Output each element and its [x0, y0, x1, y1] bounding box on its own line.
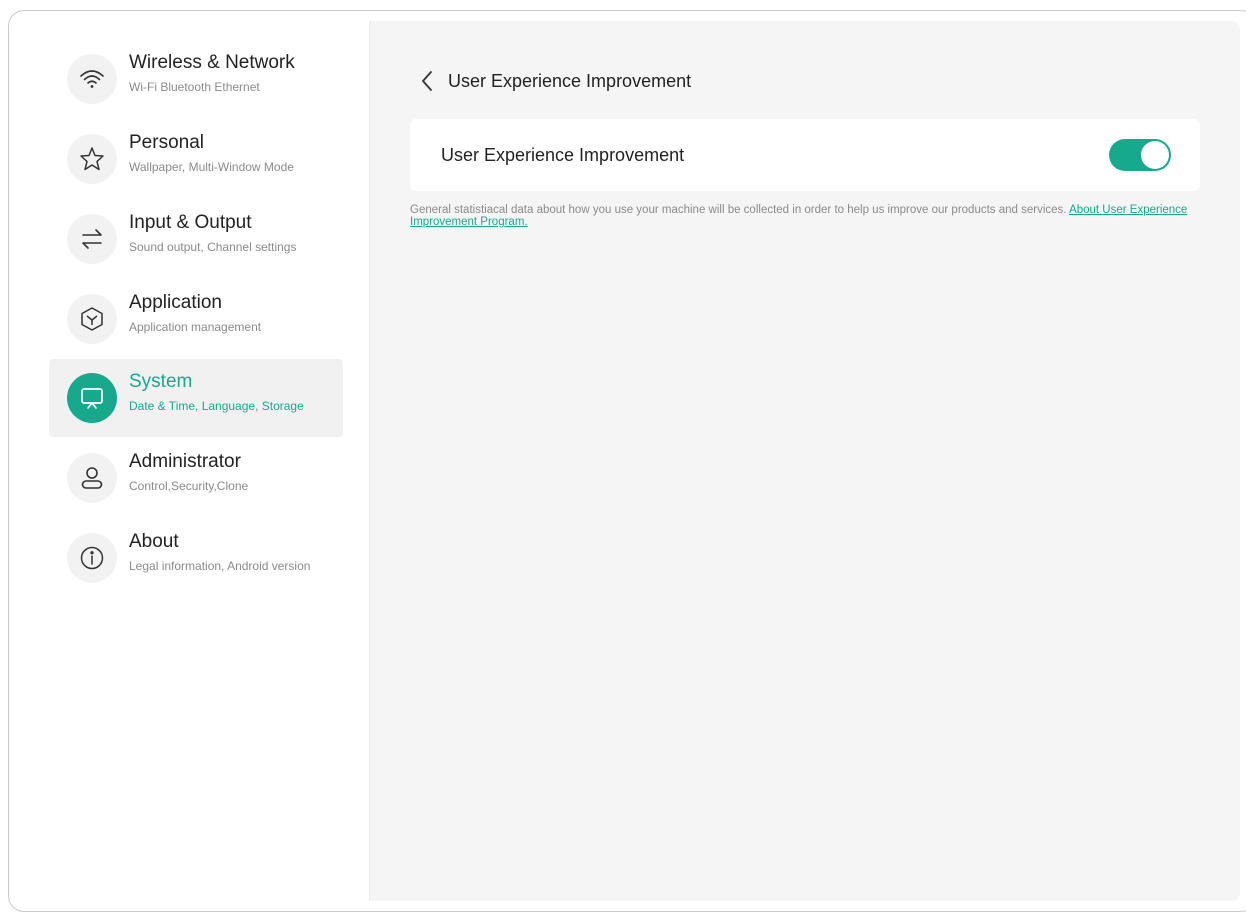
- sidebar-item-wireless-network[interactable]: Wireless & Network Wi-Fi Bluetooth Ether…: [49, 40, 343, 118]
- sidebar-item-subtitle: Legal information, Android version: [129, 559, 311, 573]
- cube-icon: [67, 294, 117, 344]
- settings-screen: Wireless & Network Wi-Fi Bluetooth Ether…: [24, 21, 1240, 901]
- sidebar-item-input-output[interactable]: Input & Output Sound output, Channel set…: [49, 200, 343, 278]
- page-header: User Experience Improvement: [420, 69, 691, 93]
- sidebar-item-system[interactable]: System Date & Time, Language, Storage: [49, 359, 343, 437]
- sidebar-item-title: Application: [129, 292, 222, 313]
- sidebar-item-subtitle: Date & Time, Language, Storage: [129, 399, 304, 413]
- sidebar-item-subtitle: Application management: [129, 320, 262, 334]
- sidebar-item-subtitle: Sound output, Channel settings: [129, 240, 297, 254]
- user-icon: [67, 453, 117, 503]
- display-icon: [67, 373, 117, 423]
- back-chevron-icon[interactable]: [420, 69, 438, 93]
- sidebar-item-subtitle: Wi-Fi Bluetooth Ethernet: [129, 80, 260, 94]
- setting-card: User Experience Improvement: [410, 119, 1200, 191]
- device-frame: Wireless & Network Wi-Fi Bluetooth Ether…: [8, 10, 1246, 912]
- info-icon: [67, 533, 117, 583]
- settings-content: User Experience Improvement User Experie…: [370, 21, 1240, 901]
- description-text: General statistiacal data about how you …: [410, 204, 1070, 216]
- sidebar-item-about[interactable]: About Legal information, Android version: [49, 519, 343, 597]
- sidebar-item-title: Input & Output: [129, 212, 252, 233]
- sidebar-item-title: About: [129, 531, 179, 552]
- sidebar-item-subtitle: Wallpaper, Multi-Window Mode: [129, 160, 294, 174]
- user-experience-toggle[interactable]: [1109, 139, 1171, 171]
- setting-description: General statistiacal data about how you …: [410, 204, 1200, 228]
- settings-sidebar: Wireless & Network Wi-Fi Bluetooth Ether…: [24, 21, 370, 901]
- sidebar-item-administrator[interactable]: Administrator Control,Security,Clone: [49, 439, 343, 517]
- sidebar-item-application[interactable]: Application Application management: [49, 280, 343, 358]
- sidebar-item-title: Wireless & Network: [129, 52, 295, 73]
- sidebar-item-title: Personal: [129, 132, 204, 153]
- toggle-knob: [1141, 141, 1169, 169]
- sidebar-item-subtitle: Control,Security,Clone: [129, 479, 249, 493]
- sidebar-item-title: System: [129, 371, 193, 392]
- page-title: User Experience Improvement: [448, 70, 692, 91]
- wifi-icon: [67, 54, 117, 104]
- star-icon: [67, 134, 117, 184]
- sidebar-item-personal[interactable]: Personal Wallpaper, Multi-Window Mode: [49, 120, 343, 198]
- sidebar-item-title: Administrator: [129, 451, 241, 472]
- setting-label: User Experience Improvement: [441, 145, 685, 165]
- swap-arrows-icon: [67, 214, 117, 264]
